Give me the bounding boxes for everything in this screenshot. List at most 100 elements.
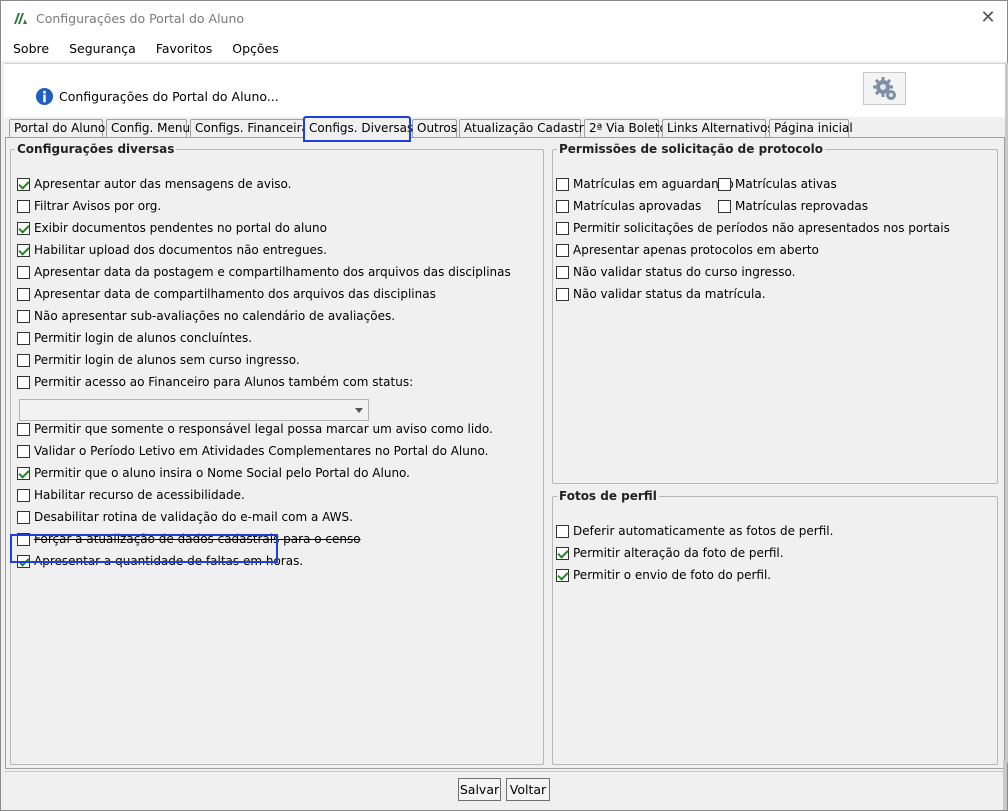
gear-icon — [872, 76, 896, 100]
checkbox-row[interactable]: Não validar status do curso ingresso. — [556, 265, 795, 279]
checkbox-row[interactable]: Desabilitar rotina de validação do e-mai… — [17, 510, 353, 524]
tab-portal-do-aluno[interactable]: Portal do Aluno — [9, 119, 105, 138]
dialog-window: Configurações do Portal do Aluno ✕ Sobre… — [0, 0, 1008, 811]
group-permissoes-protocolo: Permissões de solicitação de protocolo M… — [552, 142, 998, 484]
checkbox-row[interactable]: Matrículas ativas — [718, 177, 837, 191]
checkbox[interactable] — [17, 243, 30, 257]
checkbox-row[interactable]: Validar o Período Letivo em Atividades C… — [17, 444, 488, 458]
checkbox-row[interactable]: Permitir login de alunos sem curso ingre… — [17, 353, 300, 367]
checkbox[interactable] — [17, 199, 30, 213]
checkbox[interactable] — [17, 265, 30, 279]
checkbox[interactable] — [718, 199, 731, 213]
checkbox-row[interactable]: Matrículas em aguardando — [556, 177, 734, 191]
checkbox-row[interactable]: Permitir o envio de foto do perfil. — [556, 568, 771, 582]
checkbox-row[interactable]: Habilitar recurso de acessibilidade. — [17, 488, 245, 502]
close-icon[interactable]: ✕ — [977, 7, 999, 29]
checkbox[interactable] — [17, 177, 30, 191]
checkbox[interactable] — [556, 546, 569, 560]
checkbox[interactable] — [556, 287, 569, 301]
checkbox-label: Não apresentar sub-avaliações no calendá… — [34, 309, 396, 323]
checkbox[interactable] — [17, 331, 30, 345]
menu-favoritos[interactable]: Favoritos — [148, 41, 220, 56]
checkbox-row[interactable]: Permitir que somente o responsável legal… — [17, 422, 493, 436]
checkbox-row[interactable]: Matrículas aprovadas — [556, 199, 701, 213]
checkbox[interactable] — [556, 524, 569, 538]
checkbox[interactable] — [17, 287, 30, 301]
checkbox-label: Habilitar upload dos documentos não entr… — [34, 243, 327, 257]
tab-2-via-boleto[interactable]: 2ª Via Boleto — [584, 119, 667, 138]
checkbox-row[interactable]: Apresentar apenas protocolos em aberto — [556, 243, 819, 257]
checkbox-row[interactable]: Não apresentar sub-avaliações no calendá… — [17, 309, 395, 323]
checkbox-label: Exibir documentos pendentes no portal do… — [34, 221, 327, 235]
checkbox[interactable] — [17, 466, 30, 480]
tab-pagina-inicial[interactable]: Página inicial — [769, 119, 853, 138]
checkbox[interactable] — [17, 221, 30, 235]
tab-links-alternativos[interactable]: Links Alternativos — [662, 119, 774, 138]
checkbox[interactable] — [718, 177, 731, 191]
financeiro-status-select[interactable] — [19, 399, 369, 421]
checkbox-row[interactable]: Apresentar data da postagem e compartilh… — [17, 265, 511, 279]
checkbox[interactable] — [17, 488, 30, 502]
tab-config-menu[interactable]: Config. Menu — [106, 119, 190, 138]
checkbox-row[interactable]: Apresentar autor das mensagens de aviso. — [17, 177, 291, 191]
checkbox[interactable] — [17, 309, 30, 323]
checkbox-row[interactable]: Habilitar upload dos documentos não entr… — [17, 243, 327, 257]
tab-atualizacao-cadastral[interactable]: Atualização Cadastral — [459, 119, 594, 138]
checkbox-row[interactable]: Deferir automaticamente as fotos de perf… — [556, 524, 833, 538]
checkbox[interactable] — [17, 375, 30, 389]
chevron-down-icon[interactable] — [355, 408, 363, 413]
checkbox-label: Apresentar autor das mensagens de aviso. — [34, 177, 292, 191]
checkbox-label: Permitir o envio de foto do perfil. — [573, 568, 772, 582]
checkbox-row[interactable]: Permitir acesso ao Financeiro para Aluno… — [17, 375, 413, 389]
back-button[interactable]: Voltar — [506, 778, 550, 801]
checkbox-label: Não validar status do curso ingresso. — [573, 265, 796, 279]
checkbox-label: Deferir automaticamente as fotos de perf… — [573, 524, 834, 538]
checkbox[interactable] — [17, 422, 30, 436]
window-title: Configurações do Portal do Aluno — [36, 10, 245, 26]
header-area: Configurações do Portal do Aluno... — [4, 63, 1006, 117]
group-legend-protocolo: Permissões de solicitação de protocolo — [559, 142, 824, 156]
checkbox-label: Permitir que somente o responsável legal… — [34, 422, 493, 436]
checkbox[interactable] — [556, 568, 569, 582]
checkbox-label: Apresentar apenas protocolos em aberto — [573, 243, 819, 257]
tab-configs-diversas[interactable]: Configs. Diversas — [303, 116, 413, 142]
checkbox[interactable] — [17, 510, 30, 524]
checkbox-label: Matrículas ativas — [735, 177, 837, 191]
checkbox-row[interactable]: Permitir alteração da foto de perfil. — [556, 546, 784, 560]
checkbox-label: Permitir login de alunos concluíntes. — [34, 331, 253, 345]
group-legend-diversas: Configurações diversas — [17, 142, 175, 156]
checkbox[interactable] — [556, 243, 569, 257]
checkbox[interactable] — [556, 265, 569, 279]
menu-seguranca[interactable]: Segurança — [61, 41, 144, 56]
checkbox-row[interactable]: Apresentar data de compartilhamento dos … — [17, 287, 436, 301]
checkbox-label: Não validar status da matrícula. — [573, 287, 766, 301]
checkbox-row[interactable]: Permitir que o aluno insira o Nome Socia… — [17, 466, 410, 480]
menu-sobre[interactable]: Sobre — [5, 41, 57, 56]
checkbox-label: Permitir solicitações de períodos não ap… — [573, 221, 950, 235]
checkbox[interactable] — [556, 177, 569, 191]
checkbox[interactable] — [556, 221, 569, 235]
tab-outros[interactable]: Outros — [412, 119, 457, 138]
checkbox-label: Matrículas aprovadas — [573, 199, 702, 213]
settings-button[interactable] — [863, 72, 906, 105]
checkbox-label: Matrículas reprovadas — [735, 199, 868, 213]
tab-strip: Portal do Aluno Config. Menu Configs. Fi… — [5, 116, 1005, 142]
checkbox-row[interactable]: Permitir login de alunos concluíntes. — [17, 331, 252, 345]
tab-configs-financeiras[interactable]: Configs. Financeiras — [190, 119, 315, 138]
checkbox-row[interactable]: Não validar status da matrícula. — [556, 287, 766, 301]
save-button[interactable]: Salvar — [458, 778, 501, 801]
checkbox-row[interactable]: Matrículas reprovadas — [718, 199, 868, 213]
checkbox-row[interactable]: Filtrar Avisos por org. — [17, 199, 161, 213]
dialog-footer: Salvar Voltar — [4, 771, 1006, 810]
checkbox[interactable] — [17, 353, 30, 367]
checkbox[interactable] — [17, 444, 30, 458]
checkbox-label: Permitir que o aluno insira o Nome Socia… — [34, 466, 410, 480]
menu-opcoes[interactable]: Opções — [224, 41, 287, 56]
checkbox-label: Matrículas em aguardando — [573, 177, 734, 191]
group-legend-fotos: Fotos de perfil — [559, 489, 657, 503]
checkbox-label: Habilitar recurso de acessibilidade. — [34, 488, 245, 502]
checkbox-row[interactable]: Permitir solicitações de períodos não ap… — [556, 221, 950, 235]
checkbox[interactable] — [556, 199, 569, 213]
checkbox-label: Filtrar Avisos por org. — [34, 199, 162, 213]
checkbox-row[interactable]: Exibir documentos pendentes no portal do… — [17, 221, 327, 235]
